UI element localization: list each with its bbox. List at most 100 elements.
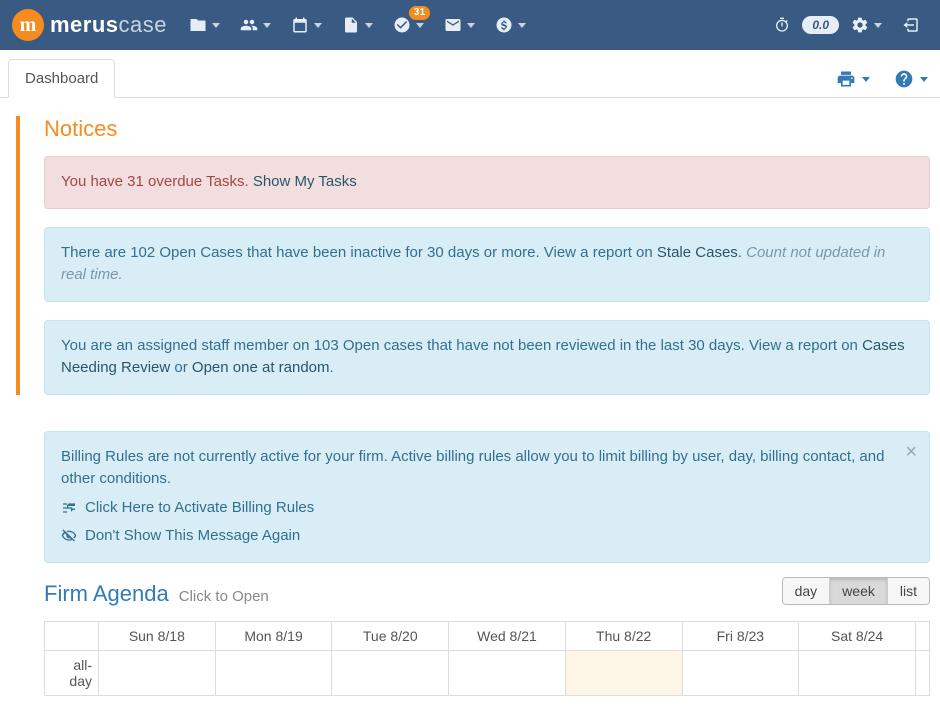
stale-cases-link[interactable]: Stale Cases: [657, 244, 738, 261]
print-button[interactable]: [836, 69, 870, 89]
main-scroll-area[interactable]: Notices You have 31 overdue Tasks. Show …: [0, 98, 940, 720]
billing-section: × Billing Rules are not currently active…: [16, 431, 930, 696]
envelope-icon: [444, 16, 462, 34]
caret-down-icon: [874, 23, 882, 28]
day-header[interactable]: Sun 8/18: [99, 621, 216, 650]
tab-bar: Dashboard: [0, 50, 940, 98]
nav-contacts[interactable]: [232, 10, 279, 40]
calendar-gutter: [916, 621, 930, 650]
calendar-icon: [291, 16, 309, 34]
agenda-title-row[interactable]: Firm Agenda Click to Open: [44, 581, 782, 607]
nav-calendar[interactable]: [283, 10, 330, 40]
folder-icon: [189, 16, 207, 34]
calendar-gutter: [916, 650, 930, 695]
day-header[interactable]: Sat 8/24: [799, 621, 916, 650]
review-pre: You are an assigned staff member on 103 …: [61, 337, 862, 354]
billing-msg: Billing Rules are not currently active f…: [61, 446, 913, 491]
day-header[interactable]: Tue 8/20: [332, 621, 449, 650]
review-post: .: [330, 359, 334, 376]
review-mid: or: [170, 359, 192, 376]
stopwatch-icon: [774, 17, 790, 33]
nav-billing[interactable]: [487, 10, 534, 40]
close-icon[interactable]: ×: [905, 442, 917, 462]
nav-mail[interactable]: [436, 10, 483, 40]
day-header[interactable]: Wed 8/21: [449, 621, 566, 650]
caret-down-icon: [365, 23, 373, 28]
agenda-calendar: Sun 8/18 Mon 8/19 Tue 8/20 Wed 8/21 Thu …: [44, 621, 930, 696]
logo-text-light: case: [119, 12, 167, 38]
allday-label: all-day: [45, 650, 99, 695]
nav-logout[interactable]: [894, 10, 928, 40]
logo-text: meruscase: [50, 12, 167, 38]
tab-bar-actions: [836, 69, 928, 97]
agenda-view-toggle: day week list: [782, 577, 930, 605]
notices-section: Notices You have 31 overdue Tasks. Show …: [16, 116, 930, 395]
nav-settings[interactable]: [843, 10, 890, 40]
allday-cell[interactable]: [99, 650, 216, 695]
dismiss-label: Don't Show This Message Again: [85, 525, 300, 548]
sliders-icon: [61, 500, 77, 516]
allday-row: all-day: [45, 650, 930, 695]
allday-cell[interactable]: [449, 650, 566, 695]
help-button[interactable]: [894, 69, 928, 89]
caret-down-icon: [920, 77, 928, 82]
tab-dashboard[interactable]: Dashboard: [8, 59, 115, 98]
navbar-right: 0.0: [766, 10, 928, 40]
app-logo[interactable]: m meruscase: [12, 9, 167, 41]
top-navbar: m meruscase 31: [0, 0, 940, 50]
caret-down-icon: [416, 23, 424, 28]
printer-icon: [836, 69, 856, 89]
alert-overdue-tasks: You have 31 overdue Tasks. Show My Tasks: [44, 156, 930, 209]
caret-down-icon: [862, 77, 870, 82]
agenda-subtitle: Click to Open: [179, 588, 269, 605]
stale-post: .: [738, 244, 746, 261]
caret-down-icon: [467, 23, 475, 28]
help-circle-icon: [894, 69, 914, 89]
caret-down-icon: [212, 23, 220, 28]
allday-cell[interactable]: [799, 650, 916, 695]
nav-tasks[interactable]: 31: [385, 10, 432, 40]
caret-down-icon: [518, 23, 526, 28]
people-icon: [240, 16, 258, 34]
day-header-today[interactable]: Thu 8/22: [565, 621, 682, 650]
logo-mark-icon: m: [12, 9, 44, 41]
view-day-button[interactable]: day: [783, 578, 831, 604]
logo-text-bold: merus: [50, 12, 119, 38]
stale-pre: There are 102 Open Cases that have been …: [61, 244, 657, 261]
alert-cases-review: You are an assigned staff member on 103 …: [44, 320, 930, 395]
activate-label: Click Here to Activate Billing Rules: [85, 497, 314, 520]
notices-title: Notices: [44, 116, 930, 142]
overdue-msg: You have 31 overdue Tasks.: [61, 173, 249, 190]
agenda-title: Firm Agenda: [44, 581, 169, 607]
allday-cell[interactable]: [682, 650, 799, 695]
navbar-left: m meruscase 31: [12, 9, 534, 41]
allday-cell[interactable]: [332, 650, 449, 695]
alert-stale-cases: There are 102 Open Cases that have been …: [44, 227, 930, 302]
show-my-tasks-link[interactable]: Show My Tasks: [253, 173, 357, 190]
nav-timer[interactable]: [766, 11, 798, 39]
day-header[interactable]: Fri 8/23: [682, 621, 799, 650]
caret-down-icon: [263, 23, 271, 28]
gear-icon: [851, 16, 869, 34]
view-week-button[interactable]: week: [830, 578, 888, 604]
calendar-header-row: Sun 8/18 Mon 8/19 Tue 8/20 Wed 8/21 Thu …: [45, 621, 930, 650]
task-count-badge: 31: [409, 6, 430, 20]
agenda-section: day week list Firm Agenda Click to Open …: [44, 581, 930, 696]
dismiss-billing-link[interactable]: Don't Show This Message Again: [61, 525, 913, 548]
caret-down-icon: [314, 23, 322, 28]
document-icon: [342, 16, 360, 34]
timer-value[interactable]: 0.0: [802, 16, 839, 34]
dollar-circle-icon: [495, 16, 513, 34]
nav-folder[interactable]: [181, 10, 228, 40]
check-circle-icon: [393, 16, 411, 34]
day-header[interactable]: Mon 8/19: [215, 621, 332, 650]
activate-billing-link[interactable]: Click Here to Activate Billing Rules: [61, 497, 913, 520]
calendar-corner: [45, 621, 99, 650]
open-random-case-link[interactable]: Open one at random: [192, 359, 330, 376]
allday-cell-today[interactable]: [565, 650, 682, 695]
allday-cell[interactable]: [215, 650, 332, 695]
logout-icon: [902, 16, 920, 34]
eye-off-icon: [61, 528, 77, 544]
nav-documents[interactable]: [334, 10, 381, 40]
view-list-button[interactable]: list: [888, 578, 929, 604]
